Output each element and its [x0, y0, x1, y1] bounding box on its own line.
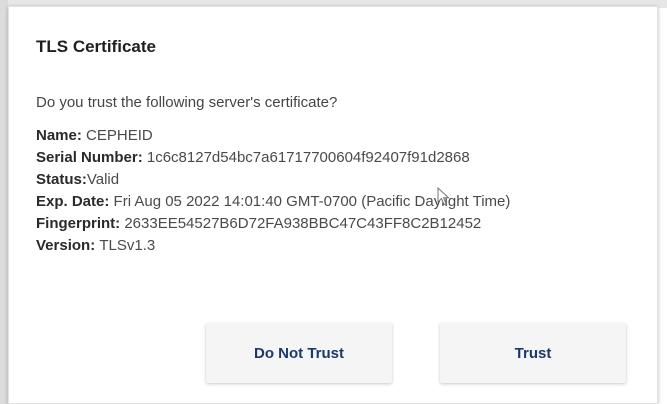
version-row: Version: TLSv1.3	[36, 235, 510, 257]
status-value: Valid	[86, 171, 120, 188]
fingerprint-row: Fingerprint: 2633EE54527B6D72FA938BBC47C…	[36, 213, 510, 235]
serial-number-label: Serial Number:	[36, 149, 147, 166]
do-not-trust-button[interactable]: Do Not Trust	[206, 323, 392, 383]
version-label: Version:	[36, 237, 100, 254]
name-value: CEPHEID	[86, 127, 153, 144]
fingerprint-value: 2633EE54527B6D72FA938BBC47C43FF8C2B12452	[124, 215, 482, 232]
name-label: Name:	[36, 127, 87, 144]
status-label: Status:	[36, 171, 87, 188]
name-row: Name: CEPHEID	[36, 125, 510, 147]
mouse-pointer-icon	[437, 187, 450, 206]
exp-date-label: Exp. Date:	[36, 193, 114, 210]
trust-button[interactable]: Trust	[440, 323, 626, 383]
trust-question: Do you trust the following server's cert…	[36, 94, 338, 111]
serial-number-value: 1c6c8127d54bc7a61717700604f92407f91d2868	[146, 149, 470, 166]
tls-certificate-dialog: TLS Certificate Do you trust the followi…	[8, 6, 658, 404]
fingerprint-label: Fingerprint:	[36, 215, 125, 232]
version-value: TLSv1.3	[99, 237, 156, 254]
background-window-left	[0, 0, 8, 404]
serial-number-row: Serial Number: 1c6c8127d54bc7a6171770060…	[36, 147, 510, 169]
dialog-title: TLS Certificate	[36, 37, 156, 56]
